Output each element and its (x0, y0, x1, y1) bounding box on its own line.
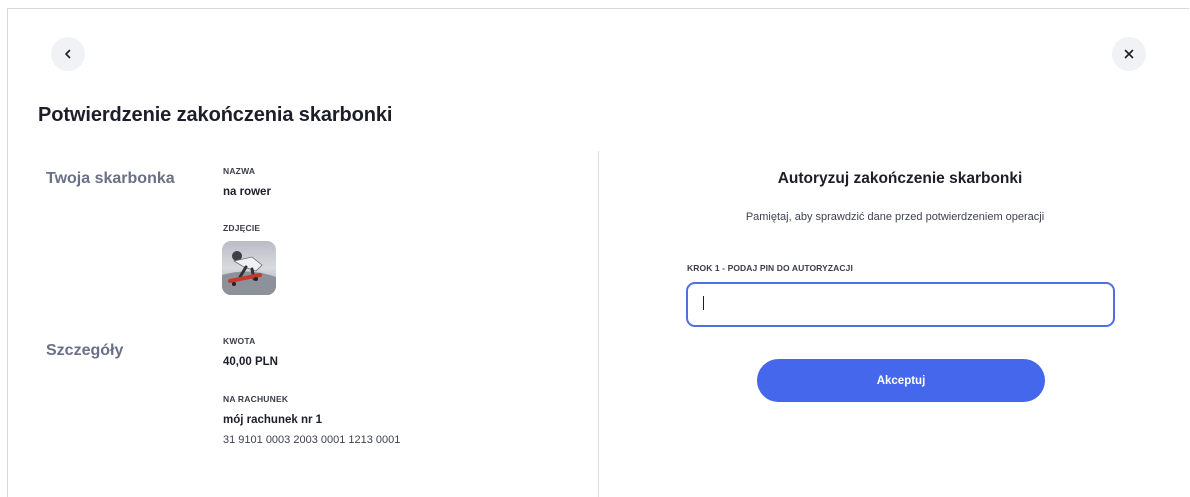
back-button[interactable] (51, 37, 85, 71)
accept-button[interactable]: Akceptuj (757, 359, 1045, 402)
amount-label: KWOTA (223, 336, 256, 346)
auth-hint: Pamiętaj, aby sprawdzić dane przed potwi… (745, 211, 1045, 223)
pin-label: KROK 1 - PODAJ PIN DO AUTORYZACJI (687, 263, 853, 273)
piggybank-photo (222, 241, 276, 295)
details-section-label: Szczegóły (46, 342, 124, 359)
text-caret (703, 296, 704, 310)
name-label: NAZWA (223, 166, 256, 176)
piggybank-section-label: Twoja skarbonka (46, 170, 175, 187)
name-value: na rower (223, 186, 271, 198)
account-name: mój rachunek nr 1 (223, 414, 323, 426)
pin-input[interactable] (686, 282, 1115, 327)
amount-value: 40,00 PLN (223, 356, 278, 368)
auth-title: Autoryzuj zakończenie skarbonki (777, 170, 1023, 187)
account-number: 31 9101 0003 2003 0001 1213 0001 (223, 434, 401, 446)
page-title: Potwierdzenie zakończenia skarbonki (38, 104, 393, 126)
close-button[interactable] (1112, 37, 1146, 71)
close-icon (1124, 49, 1134, 59)
account-label: NA RACHUNEK (223, 394, 289, 404)
photo-label: ZDJĘCIE (223, 223, 261, 233)
chevron-left-icon (65, 49, 71, 59)
column-divider (598, 151, 599, 497)
